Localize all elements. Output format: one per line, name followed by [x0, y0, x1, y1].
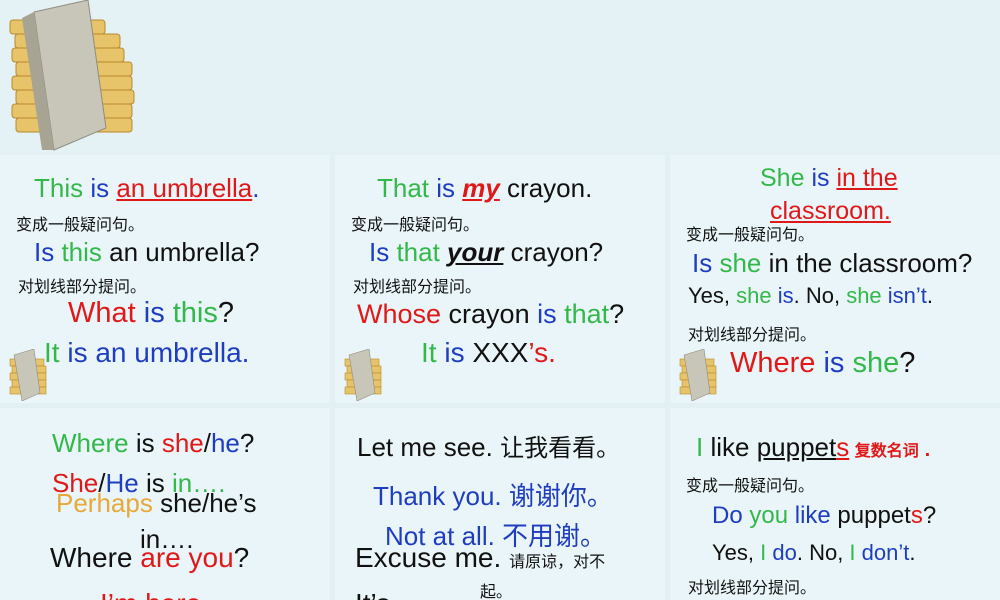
phrase-2: Thank you. 谢谢你。 — [373, 481, 613, 511]
sentence-3: She is in the — [760, 164, 898, 192]
question-4: Where is she/he? — [52, 428, 255, 458]
phrase-1: Let me see. 让我看看。 — [357, 432, 621, 462]
answer-5: I’m here. — [100, 588, 209, 600]
books-icon — [9, 349, 47, 401]
sentence-6: I like puppets 复数名词 . — [696, 432, 931, 462]
panel-2: That is my crayon. 变成一般疑问句。 Is that your… — [335, 155, 665, 403]
instruction-2: 对划线部分提问。 — [353, 277, 482, 296]
instruction-2: 对划线部分提问。 — [688, 325, 817, 344]
panel-1: This is an umbrella. 变成一般疑问句。 Is this an… — [0, 155, 330, 403]
sentence-1: This is an umbrella. — [34, 173, 260, 203]
panel-5: Let me see. 让我看看。 Thank you. 谢谢你。 Not at… — [335, 408, 665, 600]
wh-question-2: Whose crayon is that? — [357, 299, 625, 329]
short-answers-6: Yes, I do. No, I don’t. — [712, 540, 916, 565]
panel-4: Where is she/he? She/He is in…. Perhaps … — [0, 408, 330, 600]
instruction-2: 对划线部分提问。 — [18, 277, 147, 296]
question-5: Where are you? — [50, 542, 250, 573]
panel-6: I like puppets 复数名词 . 变成一般疑问句。 Do you li… — [670, 408, 1000, 600]
question-2: Is that your crayon? — [369, 237, 604, 267]
phrase-4-cont: 起。 — [480, 582, 513, 600]
phrase-4: Excuse me. 请原谅，对不 — [355, 542, 606, 573]
panel-3: She is in the classroom. 变成一般疑问句。 Is she… — [670, 155, 1000, 403]
sentence-2: That is my crayon. — [377, 173, 593, 203]
wh-question-3: Where is she? — [730, 347, 916, 379]
answer-1: It is an umbrella. — [44, 337, 250, 368]
phrase-5: It’s — [355, 588, 390, 600]
title-area — [0, 0, 1000, 152]
wh-question-1: What is this? — [68, 297, 235, 329]
question-1: Is this an umbrella? — [34, 237, 260, 267]
question-6: Do you like puppets? — [712, 502, 937, 529]
perhaps-line: Perhaps she/he’s — [56, 488, 257, 518]
books-icon — [679, 349, 717, 401]
instruction-1: 变成一般疑问句。 — [16, 215, 145, 234]
question-3: Is she in the classroom? — [692, 248, 973, 278]
instruction-1: 变成一般疑问句。 — [686, 225, 815, 244]
books-icon — [344, 349, 382, 401]
answer-2: It is XXX’s. — [421, 337, 556, 368]
short-answers-3: Yes, she is. No, she isn’t. — [688, 283, 934, 308]
instruction-1: 变成一般疑问句。 — [686, 476, 815, 495]
instruction-1: 变成一般疑问句。 — [351, 215, 480, 234]
books-icon — [9, 0, 135, 151]
instruction-2: 对划线部分提问。 — [688, 578, 817, 597]
